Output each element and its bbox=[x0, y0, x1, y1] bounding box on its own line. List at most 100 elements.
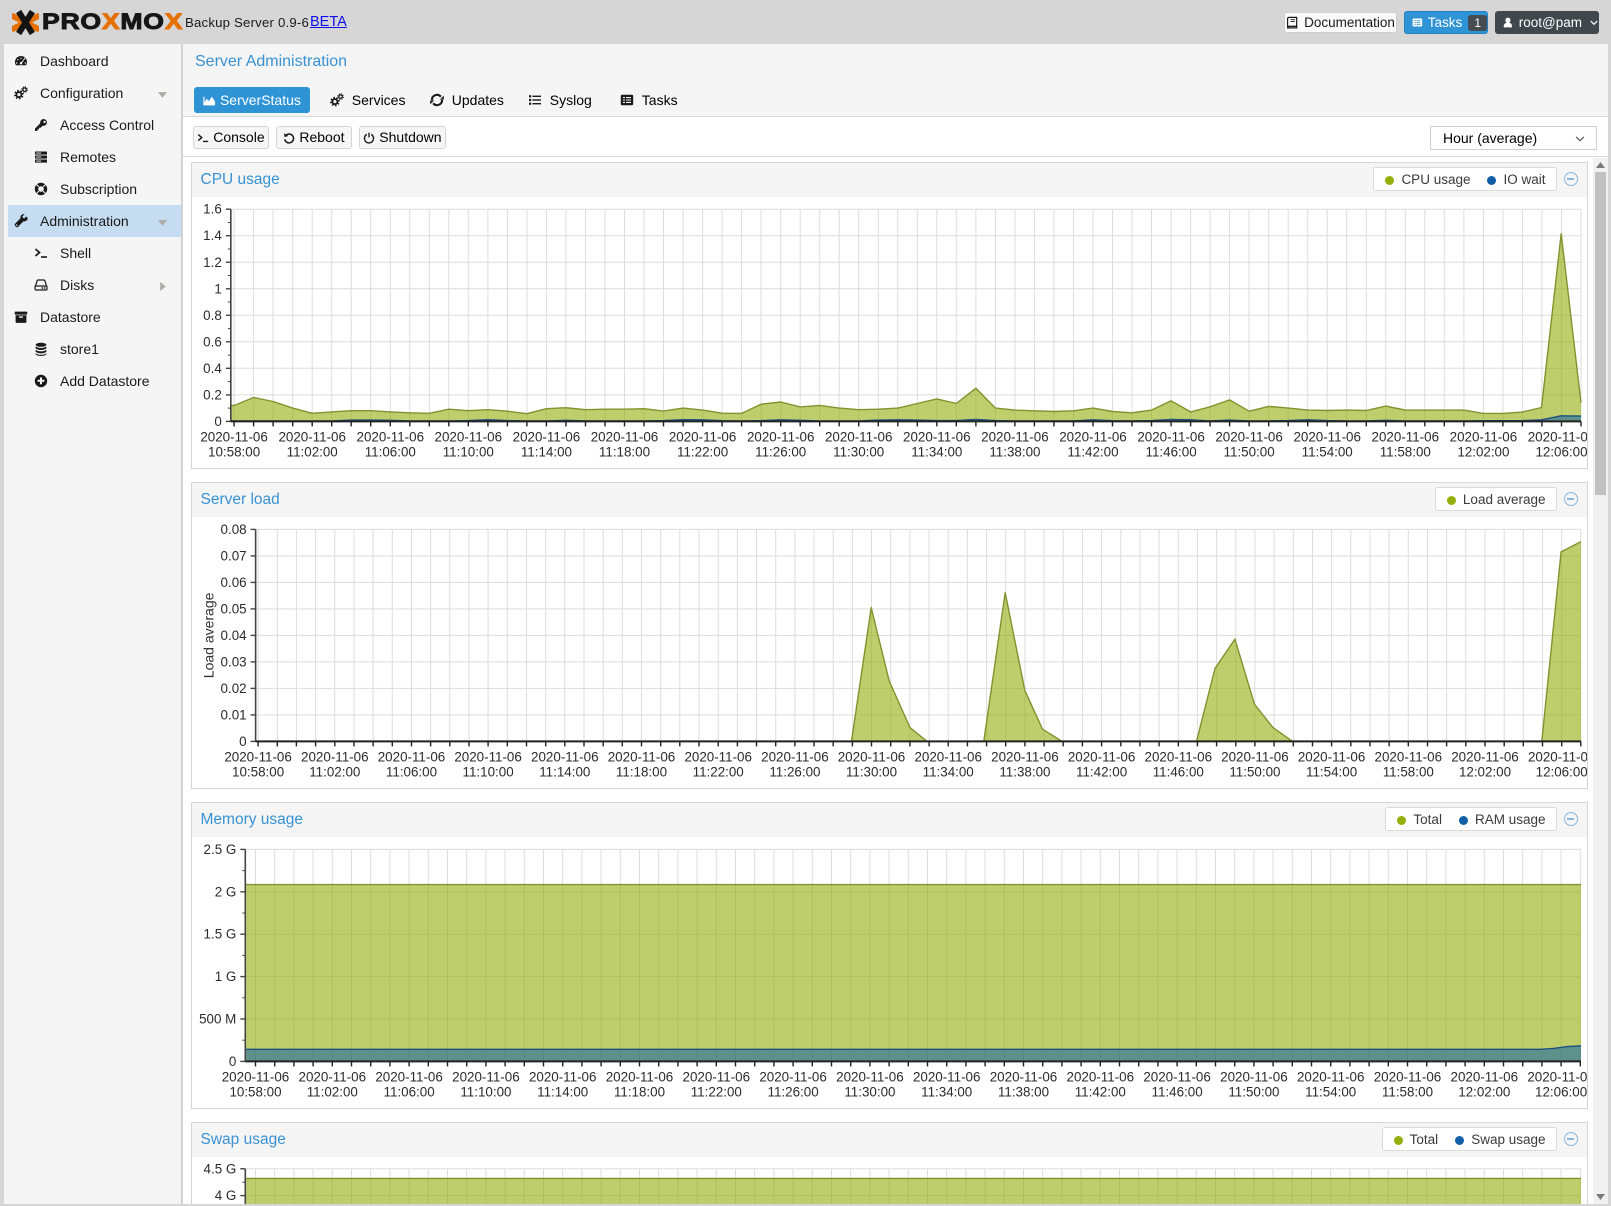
svg-text:11:30:00: 11:30:00 bbox=[833, 444, 884, 459]
svg-text:2020-11-06: 2020-11-06 bbox=[221, 1069, 289, 1084]
svg-text:2020-11-06: 2020-11-06 bbox=[1143, 1069, 1211, 1084]
svg-text:4.5 G: 4.5 G bbox=[203, 1161, 236, 1176]
svg-text:2020-11-06: 2020-11-06 bbox=[1527, 749, 1586, 764]
svg-text:0.6: 0.6 bbox=[203, 334, 222, 349]
svg-text:11:50:00: 11:50:00 bbox=[1228, 1084, 1279, 1099]
svg-text:11:54:00: 11:54:00 bbox=[1301, 444, 1352, 459]
svg-text:2020-11-06: 2020-11-06 bbox=[434, 429, 502, 444]
svg-text:11:30:00: 11:30:00 bbox=[844, 1084, 895, 1099]
svg-text:2020-11-06: 2020-11-06 bbox=[1067, 749, 1135, 764]
svg-text:2020-11-06: 2020-11-06 bbox=[301, 749, 369, 764]
svg-text:2020-11-06: 2020-11-06 bbox=[607, 749, 675, 764]
svg-text:11:38:00: 11:38:00 bbox=[989, 444, 1040, 459]
svg-text:0: 0 bbox=[239, 734, 246, 749]
svg-text:4 G: 4 G bbox=[214, 1188, 236, 1203]
svg-text:2020-11-06: 2020-11-06 bbox=[903, 429, 971, 444]
svg-text:2020-11-06: 2020-11-06 bbox=[1374, 749, 1442, 764]
svg-text:2020-11-06: 2020-11-06 bbox=[684, 749, 752, 764]
svg-text:2020-11-06: 2020-11-06 bbox=[528, 1069, 596, 1084]
svg-text:2020-11-06: 2020-11-06 bbox=[836, 1069, 904, 1084]
svg-text:11:54:00: 11:54:00 bbox=[1306, 764, 1357, 779]
svg-text:2020-11-06: 2020-11-06 bbox=[512, 429, 580, 444]
svg-text:11:06:00: 11:06:00 bbox=[364, 444, 415, 459]
svg-text:11:10:00: 11:10:00 bbox=[460, 1084, 511, 1099]
svg-text:2020-11-06: 2020-11-06 bbox=[1297, 749, 1365, 764]
svg-text:2020-11-06: 2020-11-06 bbox=[1293, 429, 1361, 444]
svg-text:11:22:00: 11:22:00 bbox=[692, 764, 743, 779]
svg-text:2020-11-06: 2020-11-06 bbox=[356, 429, 424, 444]
svg-text:11:02:00: 11:02:00 bbox=[286, 444, 337, 459]
svg-text:2020-11-06: 2020-11-06 bbox=[989, 1069, 1057, 1084]
svg-text:Load average: Load average bbox=[200, 592, 216, 678]
svg-text:12:06:00: 12:06:00 bbox=[1535, 1084, 1587, 1099]
svg-text:0.8: 0.8 bbox=[203, 308, 222, 323]
svg-text:0: 0 bbox=[228, 1054, 235, 1069]
svg-text:2020-11-06: 2020-11-06 bbox=[590, 429, 658, 444]
svg-text:2020-11-06: 2020-11-06 bbox=[1527, 429, 1586, 444]
svg-text:11:26:00: 11:26:00 bbox=[755, 444, 806, 459]
svg-text:2020-11-06: 2020-11-06 bbox=[1449, 429, 1517, 444]
svg-text:0.03: 0.03 bbox=[220, 654, 246, 669]
svg-text:2020-11-06: 2020-11-06 bbox=[1451, 749, 1519, 764]
svg-text:0: 0 bbox=[214, 414, 221, 429]
svg-text:0.04: 0.04 bbox=[220, 628, 247, 643]
svg-text:0.08: 0.08 bbox=[220, 522, 246, 537]
svg-text:11:18:00: 11:18:00 bbox=[613, 1084, 664, 1099]
svg-text:12:06:00: 12:06:00 bbox=[1535, 764, 1586, 779]
svg-text:2020-11-06: 2020-11-06 bbox=[746, 429, 814, 444]
svg-text:11:46:00: 11:46:00 bbox=[1151, 1084, 1202, 1099]
svg-text:1 G: 1 G bbox=[214, 969, 236, 984]
svg-text:2020-11-06: 2020-11-06 bbox=[377, 749, 445, 764]
svg-text:2020-11-06: 2020-11-06 bbox=[1066, 1069, 1134, 1084]
svg-text:11:14:00: 11:14:00 bbox=[520, 444, 571, 459]
svg-text:2 G: 2 G bbox=[214, 884, 236, 899]
svg-text:11:38:00: 11:38:00 bbox=[999, 764, 1050, 779]
svg-text:11:10:00: 11:10:00 bbox=[462, 764, 513, 779]
svg-text:2020-11-06: 2020-11-06 bbox=[298, 1069, 366, 1084]
svg-text:2020-11-06: 2020-11-06 bbox=[761, 749, 829, 764]
svg-text:11:26:00: 11:26:00 bbox=[769, 764, 820, 779]
svg-text:1.2: 1.2 bbox=[203, 255, 222, 270]
svg-text:11:02:00: 11:02:00 bbox=[309, 764, 360, 779]
svg-text:2020-11-06: 2020-11-06 bbox=[1221, 749, 1289, 764]
svg-text:2020-11-06: 2020-11-06 bbox=[912, 1069, 980, 1084]
svg-text:11:22:00: 11:22:00 bbox=[690, 1084, 741, 1099]
svg-text:11:34:00: 11:34:00 bbox=[911, 444, 962, 459]
svg-text:10:58:00: 10:58:00 bbox=[229, 1084, 281, 1099]
svg-text:11:58:00: 11:58:00 bbox=[1382, 764, 1433, 779]
svg-text:10:58:00: 10:58:00 bbox=[208, 444, 260, 459]
svg-text:12:02:00: 12:02:00 bbox=[1458, 764, 1510, 779]
svg-text:2020-11-06: 2020-11-06 bbox=[837, 749, 905, 764]
svg-text:11:42:00: 11:42:00 bbox=[1074, 1084, 1125, 1099]
svg-text:2020-11-06: 2020-11-06 bbox=[531, 749, 599, 764]
svg-text:2020-11-06: 2020-11-06 bbox=[1373, 1069, 1441, 1084]
svg-text:2020-11-06: 2020-11-06 bbox=[1527, 1069, 1587, 1084]
svg-text:11:42:00: 11:42:00 bbox=[1076, 764, 1127, 779]
svg-text:11:30:00: 11:30:00 bbox=[845, 764, 896, 779]
svg-text:2020-11-06: 2020-11-06 bbox=[914, 749, 982, 764]
svg-text:2020-11-06: 2020-11-06 bbox=[824, 429, 892, 444]
svg-text:11:34:00: 11:34:00 bbox=[922, 764, 973, 779]
svg-text:11:18:00: 11:18:00 bbox=[598, 444, 649, 459]
svg-text:2020-11-06: 2020-11-06 bbox=[1296, 1069, 1364, 1084]
svg-text:11:10:00: 11:10:00 bbox=[442, 444, 493, 459]
svg-text:12:02:00: 12:02:00 bbox=[1457, 444, 1509, 459]
svg-text:11:46:00: 11:46:00 bbox=[1152, 764, 1203, 779]
svg-text:0.2: 0.2 bbox=[203, 387, 222, 402]
svg-text:11:50:00: 11:50:00 bbox=[1229, 764, 1280, 779]
svg-text:2020-11-06: 2020-11-06 bbox=[1137, 429, 1205, 444]
svg-text:1.5 G: 1.5 G bbox=[203, 927, 236, 942]
svg-text:2020-11-06: 2020-11-06 bbox=[682, 1069, 750, 1084]
svg-text:11:50:00: 11:50:00 bbox=[1223, 444, 1274, 459]
svg-text:2020-11-06: 2020-11-06 bbox=[668, 429, 736, 444]
svg-text:11:22:00: 11:22:00 bbox=[677, 444, 728, 459]
svg-text:2020-11-06: 2020-11-06 bbox=[224, 749, 292, 764]
svg-text:0.06: 0.06 bbox=[220, 575, 246, 590]
svg-text:11:14:00: 11:14:00 bbox=[539, 764, 590, 779]
svg-text:11:46:00: 11:46:00 bbox=[1145, 444, 1196, 459]
svg-text:2020-11-06: 2020-11-06 bbox=[981, 429, 1049, 444]
svg-text:11:26:00: 11:26:00 bbox=[767, 1084, 818, 1099]
svg-text:0.05: 0.05 bbox=[220, 601, 246, 616]
svg-text:1.4: 1.4 bbox=[203, 228, 222, 243]
svg-text:11:02:00: 11:02:00 bbox=[306, 1084, 357, 1099]
